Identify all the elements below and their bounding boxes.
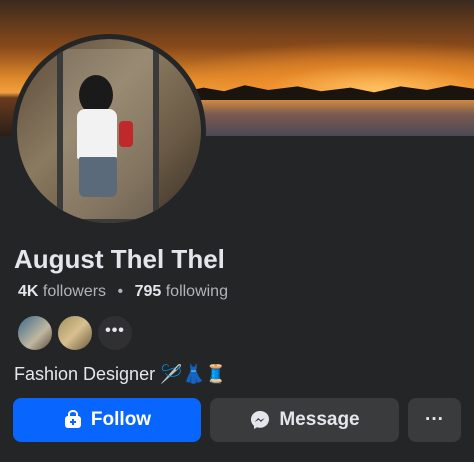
more-friends-icon[interactable]: ••• [96,314,134,352]
followers-count[interactable]: 4K [18,283,38,300]
friend-avatar-1[interactable] [16,314,54,352]
follow-button[interactable]: Follow [13,398,201,442]
profile-stats: 4K followers • 795 following [18,283,228,301]
stats-separator: • [117,283,124,300]
profile-name: August Thel Thel [14,244,225,274]
message-button-label: Message [279,409,360,430]
user-plus-icon [63,410,83,430]
cover-water [190,100,474,136]
following-label[interactable]: following [166,283,228,300]
avatar-person-body [77,109,117,159]
friend-avatar-2[interactable] [56,314,94,352]
following-count[interactable]: 795 [135,283,162,300]
more-horizontal-icon: ··· [425,409,444,430]
avatar-bag [119,121,133,147]
followers-label[interactable]: followers [43,283,106,300]
avatar-person-skirt [79,157,117,197]
follow-button-label: Follow [90,409,152,430]
profile-bio: Fashion Designer 🪡👗🧵 [14,364,228,384]
message-button[interactable]: Message [210,398,399,442]
profile-picture[interactable] [17,39,201,223]
more-options-button[interactable]: ··· [408,398,461,442]
messenger-icon [249,409,271,431]
